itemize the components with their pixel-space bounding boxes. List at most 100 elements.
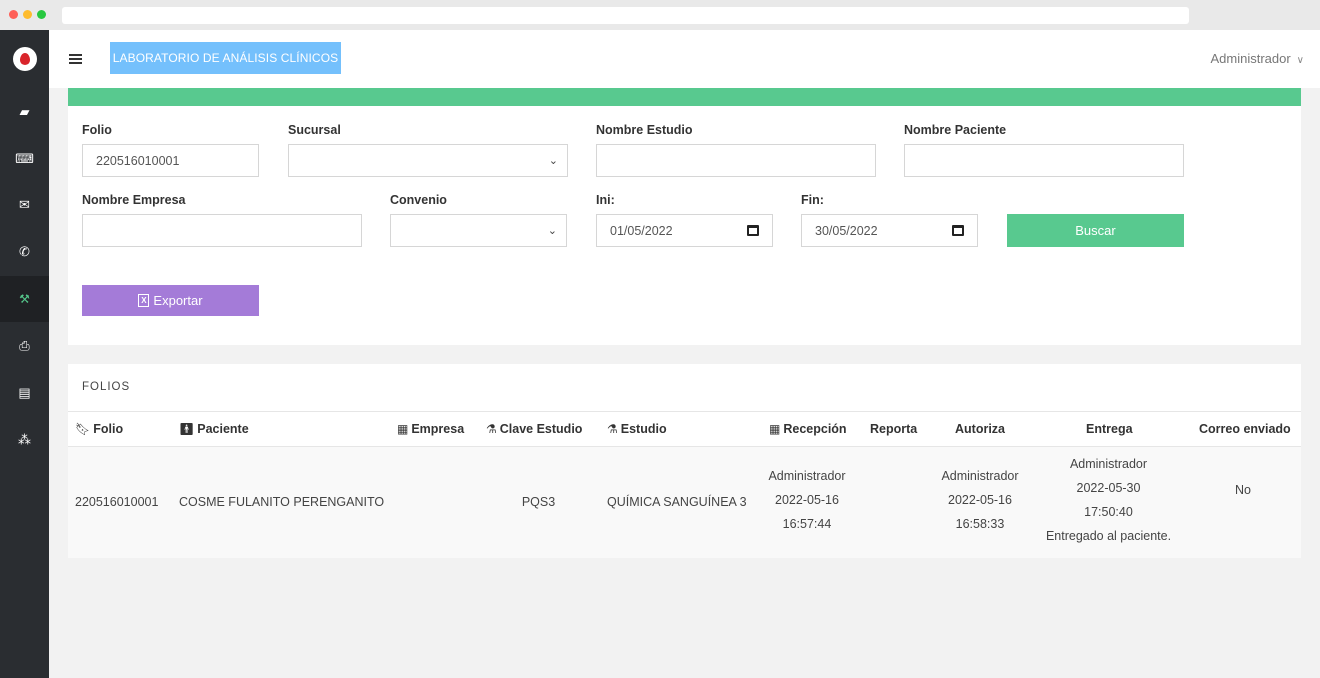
bookmark-icon: 🔖︎ [75, 422, 91, 436]
nombre-paciente-input[interactable] [904, 144, 1184, 177]
column-header-reporta[interactable]: Reporta [870, 422, 917, 436]
column-header-empresa[interactable]: ▦ Empresa [397, 422, 464, 436]
calendar-icon: ▦ [769, 422, 781, 436]
column-header-correo[interactable]: Correo enviado [1199, 422, 1291, 436]
column-header-estudio[interactable]: ⚗︎ Estudio [607, 422, 667, 436]
column-empresa-label: Empresa [411, 422, 465, 436]
cell-estudio: QUÍMICA SANGUÍNEA 3 [607, 495, 747, 509]
table-header: 🔖︎ Folio 🚹︎ Paciente ▦ Empresa ⚗︎ Clave Estu… [68, 411, 1301, 447]
person-icon: 🚹︎ [179, 422, 195, 436]
autoriza-time: 16:58:33 [955, 517, 1005, 531]
lab-name-button[interactable]: LABORATORIO DE ANÁLISIS CLÍNICOS [110, 42, 341, 74]
address-bar[interactable] [62, 7, 1189, 24]
nombre-estudio-input[interactable] [596, 144, 876, 177]
cell-clave-estudio: PQS3 [521, 495, 556, 509]
cell-autoriza: Administrador 2022-05-16 16:58:33 [930, 464, 1030, 536]
maximize-window-button[interactable] [37, 10, 46, 19]
keyboard-icon: ⌨ [15, 151, 34, 166]
flask-icon: ⚗︎ [486, 422, 497, 436]
sidebar-item-tools[interactable]: ⚒ [0, 276, 49, 322]
fin-label: Fin: [801, 193, 824, 207]
user-name: Administrador [1210, 51, 1291, 66]
exportar-label: Exportar [153, 293, 203, 308]
chevron-down-icon: ∨ [1296, 55, 1304, 66]
filter-panel: Folio 220516010001 Sucursal ⌄ Nombre Est… [68, 106, 1301, 345]
browser-chrome [0, 0, 1320, 30]
column-header-autoriza[interactable]: Autoriza [955, 422, 1005, 436]
nombre-empresa-input[interactable] [82, 214, 362, 247]
wrench-icon: ⚒ [19, 292, 30, 306]
chevron-down-icon: ⌄ [547, 225, 557, 237]
column-header-recepcion[interactable]: ▦ Recepción [769, 422, 847, 436]
column-header-folio[interactable]: 🔖︎ Folio [75, 422, 123, 436]
sidebar-item-mail[interactable]: ✉ [0, 182, 49, 228]
column-clave-estudio-label: Clave Estudio [499, 422, 583, 436]
folio-value: 220516010001 [96, 153, 180, 168]
sidebar: ▰ ⌨ ✉ ✆ ⚒ ⎙ ▤ ⁂ [0, 30, 49, 678]
sidebar-item-book[interactable]: ▰ [0, 89, 49, 135]
entrega-time: 17:50:40 [1084, 505, 1133, 519]
calendar-icon[interactable] [747, 225, 759, 236]
menu-toggle-icon[interactable] [69, 54, 82, 64]
nombre-paciente-label: Nombre Paciente [904, 123, 1007, 137]
folio-label: Folio [82, 123, 112, 137]
envelope-icon: ✉ [19, 197, 30, 212]
print-icon: ⎙ [19, 338, 30, 353]
fin-date-value: 30/05/2022 [815, 223, 878, 238]
cell-correo: No [1235, 483, 1251, 497]
cubes-icon: ⁂ [18, 432, 31, 447]
entrega-user: Administrador [1069, 457, 1148, 471]
column-header-clave-estudio[interactable]: ⚗︎ Clave Estudio [486, 422, 582, 436]
top-header: LABORATORIO DE ANÁLISIS CLÍNICOS Adminis… [49, 30, 1320, 88]
convenio-select[interactable]: ⌄ [390, 214, 567, 247]
nombre-empresa-label: Nombre Empresa [82, 193, 186, 207]
folios-table-card: FOLIOS 🔖︎ Folio 🚹︎ Paciente ▦ Empresa ⚗︎ Cla… [68, 364, 1301, 558]
book-icon: ▰ [19, 104, 30, 119]
folio-input[interactable]: 220516010001 [82, 144, 259, 177]
calendar-icon[interactable] [952, 225, 964, 236]
cell-paciente: COSME FULANITO PERENGANITO [179, 495, 385, 509]
column-paciente-label: Paciente [197, 422, 249, 436]
cell-recepcion: Administrador 2022-05-16 16:57:44 [757, 464, 857, 536]
recepcion-user: Administrador [768, 469, 846, 483]
blood-drop-icon [20, 53, 30, 65]
building-icon: ▦ [397, 422, 409, 436]
sucursal-select[interactable]: ⌄ [288, 144, 568, 177]
column-folio-label: Folio [93, 422, 124, 436]
minimize-window-button[interactable] [23, 10, 32, 19]
autoriza-user: Administrador [941, 469, 1019, 483]
sidebar-item-print[interactable]: ⎙ [0, 323, 49, 369]
column-estudio-label: Estudio [620, 422, 667, 436]
entrega-status: Entregado al paciente. [1045, 529, 1172, 543]
nombre-estudio-label: Nombre Estudio [596, 123, 693, 137]
sidebar-item-keyboard[interactable]: ⌨ [0, 136, 49, 182]
exportar-button[interactable]: X Exportar [82, 285, 259, 316]
cell-folio: 220516010001 [75, 495, 159, 509]
ini-date-input[interactable]: 01/05/2022 [596, 214, 773, 247]
autoriza-date: 2022-05-16 [948, 493, 1012, 507]
entrega-date: 2022-05-30 [1076, 481, 1141, 495]
column-header-paciente[interactable]: 🚹︎ Paciente [179, 422, 249, 436]
ini-label: Ini: [596, 193, 615, 207]
table-title: FOLIOS [82, 381, 131, 393]
close-window-button[interactable] [9, 10, 18, 19]
fin-date-input[interactable]: 30/05/2022 [801, 214, 978, 247]
sidebar-item-whatsapp[interactable]: ✆ [0, 229, 49, 275]
chevron-down-icon: ⌄ [548, 155, 558, 167]
file-excel-icon: X [138, 294, 150, 307]
column-recepcion-label: Recepción [783, 422, 847, 436]
user-menu[interactable]: Administrador ∨ [1210, 51, 1304, 66]
column-header-entrega[interactable]: Entrega [1086, 422, 1133, 436]
app-logo[interactable] [13, 47, 37, 71]
buscar-button[interactable]: Buscar [1007, 214, 1184, 247]
section-header-bar [68, 88, 1301, 106]
flask-icon: ⚗︎ [607, 422, 618, 436]
table-row[interactable]: 220516010001 COSME FULANITO PERENGANITO … [68, 447, 1301, 558]
sucursal-label: Sucursal [288, 123, 341, 137]
convenio-label: Convenio [390, 193, 447, 207]
file-icon: ▤ [18, 385, 31, 400]
recepcion-date: 2022-05-16 [775, 493, 839, 507]
whatsapp-icon: ✆ [19, 244, 30, 259]
sidebar-item-file[interactable]: ▤ [0, 370, 49, 416]
sidebar-item-cubes[interactable]: ⁂ [0, 417, 49, 463]
